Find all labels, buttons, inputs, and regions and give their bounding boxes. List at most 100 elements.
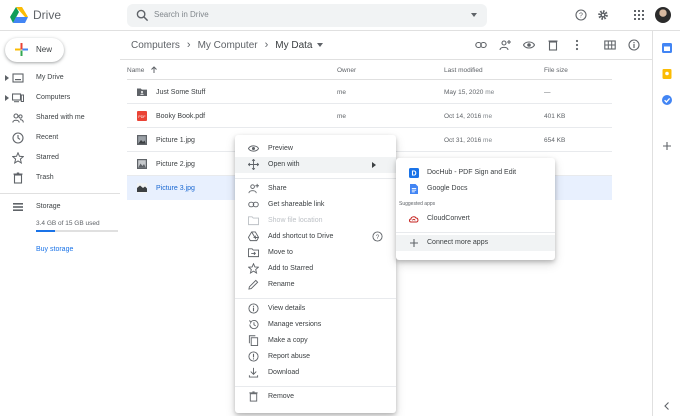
svg-text:PDF: PDF [138,115,146,119]
file-modified: Oct 31, 2016 me [444,137,493,144]
menu-item-label: Share [268,185,287,192]
sidebar-item-storage[interactable]: Storage [0,199,120,215]
menu-item-label: Download [268,369,300,376]
menu-item-manage-versions[interactable]: Manage versions [235,317,396,333]
link-icon[interactable] [475,39,487,51]
sidebar-item-trash[interactable]: Trash [0,170,120,186]
grid-view-icon[interactable] [604,39,616,51]
computers-icon [12,93,24,103]
menu-item-add-shortcut[interactable]: Add shortcut to Drive ? [235,229,396,245]
column-header-last-modified[interactable]: Last modified [444,67,483,74]
menu-item-open-with[interactable]: Open with [235,157,396,173]
top-bar: Drive Search in Drive ? [0,0,680,31]
keep-icon[interactable] [662,69,672,79]
help-icon[interactable]: ? [575,9,587,21]
menu-item-report-abuse[interactable]: Report abuse [235,349,396,365]
sidebar-item-starred[interactable]: Starred [0,150,120,166]
menu-item-add-to-starred[interactable]: Add to Starred [235,261,396,277]
file-size: 401 KB [544,113,566,120]
expand-panel-chevron-icon[interactable] [662,401,672,411]
sidebar-item-computers[interactable]: Computers [0,90,120,106]
preview-eye-icon[interactable] [523,39,535,51]
plus-icon [410,239,418,247]
toolbar-divider [120,59,652,60]
folder-menu-chevron-icon[interactable] [316,43,323,47]
menu-item-remove[interactable]: Remove [235,389,396,405]
submenu-item-label: DocHub - PDF Sign and Edit [427,169,517,176]
info-icon [248,303,259,314]
search-bar[interactable]: Search in Drive [127,4,487,27]
sidebar-item-label: Shared with me [36,114,85,121]
file-name: Picture 2.jpg [156,161,195,168]
menu-item-make-a-copy[interactable]: Make a copy [235,333,396,349]
info-icon[interactable] [628,39,640,51]
column-header-file-size[interactable]: File size [544,67,568,74]
breadcrumb-my-data[interactable]: My Data [275,40,312,51]
more-options-icon[interactable] [571,39,583,51]
image-icon [137,183,147,193]
submenu-arrow-icon [372,162,376,168]
menu-item-share[interactable]: Share [235,181,396,197]
breadcrumb-my-computer[interactable]: My Computer [198,40,258,51]
expand-caret-icon[interactable] [5,75,9,81]
column-header-name[interactable]: Name [127,67,144,74]
menu-item-move-to[interactable]: Move to [235,245,396,261]
storage-progress-fill [36,230,55,232]
menu-item-preview[interactable]: Preview [235,141,396,157]
menu-item-download[interactable]: Download [235,365,396,381]
submenu-item-dochub[interactable]: D DocHub - PDF Sign and Edit [396,165,555,181]
image-icon [137,159,147,169]
account-avatar[interactable] [655,7,671,23]
add-addon-plus-icon[interactable] [662,141,672,151]
settings-gear-icon[interactable] [597,9,609,21]
file-name: Just Some Stuff [156,89,206,96]
sidebar-item-shared-with-me[interactable]: Shared with me [0,110,120,126]
share-person-add-icon[interactable] [499,39,511,51]
column-header-owner: Owner [337,67,357,74]
report-alert-icon [248,351,259,362]
file-size: — [544,89,551,96]
brand-name[interactable]: Drive [33,8,61,22]
menu-item-rename[interactable]: Rename [235,277,396,293]
table-row[interactable]: PDF Booky Book.pdf me Oct 14, 2016 me 40… [127,104,612,128]
search-icon[interactable] [136,9,149,22]
tasks-icon[interactable] [662,95,672,105]
menu-item-label: Manage versions [268,321,322,328]
submenu-item-google-docs[interactable]: Google Docs [396,181,555,197]
new-button[interactable]: New [5,38,64,62]
storage-icon [13,203,23,211]
help-icon[interactable]: ? [372,231,383,242]
table-row[interactable]: Just Some Stuff me May 15, 2020 me — [127,80,612,104]
breadcrumb-computers[interactable]: Computers [131,40,180,51]
file-name: Picture 1.jpg [156,137,195,144]
history-icon [248,319,259,330]
menu-item-view-details[interactable]: View details [235,301,396,317]
trash-icon [249,391,258,402]
expand-caret-icon[interactable] [5,95,9,101]
sort-arrow-up-icon[interactable] [150,66,158,74]
pdf-icon: PDF [137,111,147,121]
submenu-item-connect-more-apps[interactable]: Connect more apps [396,235,555,251]
file-context-menu: Preview Open with Share Get shareable li… [235,135,396,413]
sidebar-divider [0,193,120,194]
sidebar-item-my-drive[interactable]: My Drive [0,70,120,86]
search-options-icon[interactable] [471,13,477,17]
menu-item-get-shareable-link[interactable]: Get shareable link [235,197,396,213]
download-icon [248,367,259,378]
menu-item-label: View details [268,305,306,312]
menu-item-label: Move to [268,249,293,256]
drive-logo-icon[interactable] [10,7,28,23]
sidebar-item-label: Starred [36,154,59,161]
sidebar-item-recent[interactable]: Recent [0,130,120,146]
folder-icon [248,216,259,226]
file-modified: May 15, 2020 me [444,89,495,96]
buy-storage-link[interactable]: Buy storage [36,246,73,253]
star-icon [248,263,259,274]
menu-item-show-file-location: Show file location [235,213,396,229]
trash-icon[interactable] [547,39,559,51]
search-input[interactable]: Search in Drive [154,10,209,19]
sidebar-item-label: Computers [36,94,71,101]
submenu-item-cloudconvert[interactable]: CloudConvert [396,211,555,227]
calendar-icon[interactable] [662,43,672,53]
apps-grid-icon[interactable] [633,9,645,21]
